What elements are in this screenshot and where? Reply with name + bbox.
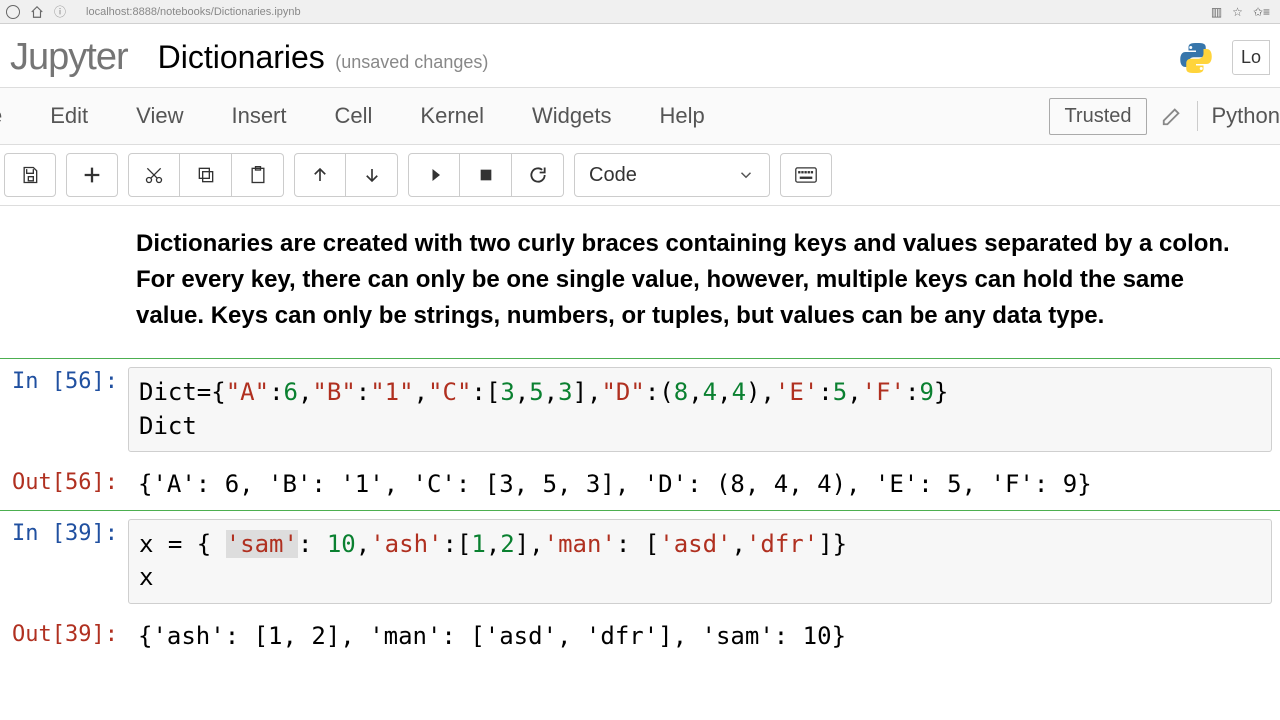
add-cell-button[interactable] [66, 153, 118, 197]
menu-edit[interactable]: Edit [26, 103, 112, 129]
toolbar: Code [0, 145, 1280, 206]
menu-insert[interactable]: Insert [207, 103, 310, 129]
menu-file-cut[interactable]: e [0, 103, 26, 129]
cell-type-value: Code [589, 164, 637, 187]
logout-button[interactable]: Lo [1232, 40, 1270, 75]
reader-icon[interactable]: ▥ [1211, 5, 1222, 19]
input-prompt: In [39]: [0, 511, 128, 546]
command-palette-button[interactable] [780, 153, 832, 197]
edit-icon[interactable] [1161, 105, 1183, 127]
home-icon[interactable] [30, 5, 44, 19]
notebook-save-status: (unsaved changes) [335, 52, 488, 72]
move-down-button[interactable] [346, 153, 398, 197]
cell-type-select[interactable]: Code [574, 153, 770, 197]
notebook-header: Jupyter Dictionaries (unsaved changes) L… [0, 24, 1280, 87]
notebook-container: Dictionaries are created with two curly … [0, 206, 1280, 662]
copy-button[interactable] [180, 153, 232, 197]
trusted-badge[interactable]: Trusted [1049, 98, 1146, 135]
restart-button[interactable] [512, 153, 564, 197]
jupyter-logo[interactable]: Jupyter [10, 36, 128, 79]
lock-icon: ⓘ [54, 3, 66, 20]
code-input[interactable]: Dict={"A":6,"B":"1","C":[3,5,3],"D":(8,4… [128, 367, 1272, 452]
output-prompt: Out[56]: [0, 460, 128, 495]
python-logo-icon [1178, 40, 1214, 76]
code-output: {'ash': [1, 2], 'man': ['asd', 'dfr'], '… [128, 612, 1280, 662]
menu-kernel[interactable]: Kernel [396, 103, 508, 129]
output-prompt: Out[39]: [0, 612, 128, 647]
favorites-bar-icon[interactable]: ✩≡ [1253, 5, 1270, 19]
paste-button[interactable] [232, 153, 284, 197]
browser-address-bar: ⓘ localhost:8888/notebooks/Dictionaries.… [0, 0, 1280, 24]
kernel-indicator[interactable]: Python [1212, 103, 1280, 129]
refresh-icon[interactable] [6, 5, 20, 19]
input-prompt: In [56]: [0, 359, 128, 394]
menu-help[interactable]: Help [635, 103, 728, 129]
menu-cell[interactable]: Cell [311, 103, 397, 129]
menu-view[interactable]: View [112, 103, 207, 129]
code-cell-56[interactable]: In [56]: Dict={"A":6,"B":"1","C":[3,5,3]… [0, 358, 1280, 511]
run-button[interactable] [408, 153, 460, 197]
markdown-cell[interactable]: Dictionaries are created with two curly … [0, 206, 1280, 358]
divider [1197, 101, 1198, 131]
chevron-down-icon [737, 166, 755, 184]
code-input[interactable]: x = { 'sam': 10,'ash':[1,2],'man': ['asd… [128, 519, 1272, 604]
notebook-title[interactable]: Dictionaries [158, 39, 325, 75]
menubar: e Edit View Insert Cell Kernel Widgets H… [0, 87, 1280, 145]
menu-widgets[interactable]: Widgets [508, 103, 635, 129]
interrupt-button[interactable] [460, 153, 512, 197]
code-output: {'A': 6, 'B': '1', 'C': [3, 5, 3], 'D': … [128, 460, 1280, 510]
save-button[interactable] [4, 153, 56, 197]
favorite-icon[interactable]: ☆ [1232, 5, 1243, 19]
cut-button[interactable] [128, 153, 180, 197]
code-cell-39[interactable]: In [39]: x = { 'sam': 10,'ash':[1,2],'ma… [0, 511, 1280, 662]
url-text[interactable]: localhost:8888/notebooks/Dictionaries.ip… [86, 6, 1201, 18]
move-up-button[interactable] [294, 153, 346, 197]
